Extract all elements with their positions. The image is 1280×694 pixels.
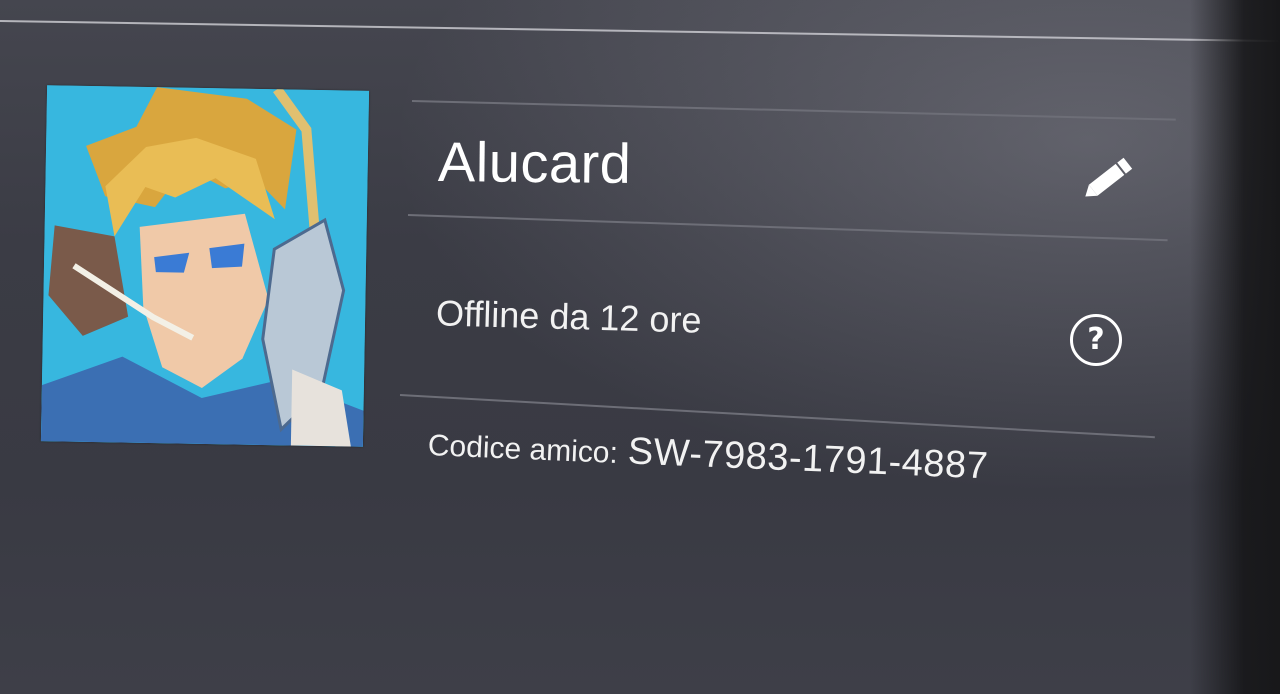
edit-profile-button[interactable] [1080, 154, 1136, 206]
pencil-icon [1085, 157, 1133, 197]
screen-glare [1190, 0, 1280, 694]
help-button[interactable]: ? [1070, 314, 1122, 366]
online-status: Offline da 12 ore [435, 292, 703, 341]
username: Alucard [437, 129, 632, 196]
avatar-illustration [40, 85, 370, 447]
top-divider [0, 20, 1280, 43]
profile-screen: Alucard Offline da 12 ore ? Codice amico… [0, 0, 1280, 694]
divider-top [411, 100, 1176, 121]
profile-avatar[interactable] [40, 85, 370, 447]
question-mark-circle-icon: ? [1087, 322, 1105, 357]
divider-middle [407, 214, 1168, 242]
friend-code-row: Codice amico: SW-7983-1791-4887 [427, 422, 989, 488]
friend-code-label: Codice amico: [427, 429, 619, 470]
friend-code-value: SW-7983-1791-4887 [627, 430, 990, 488]
